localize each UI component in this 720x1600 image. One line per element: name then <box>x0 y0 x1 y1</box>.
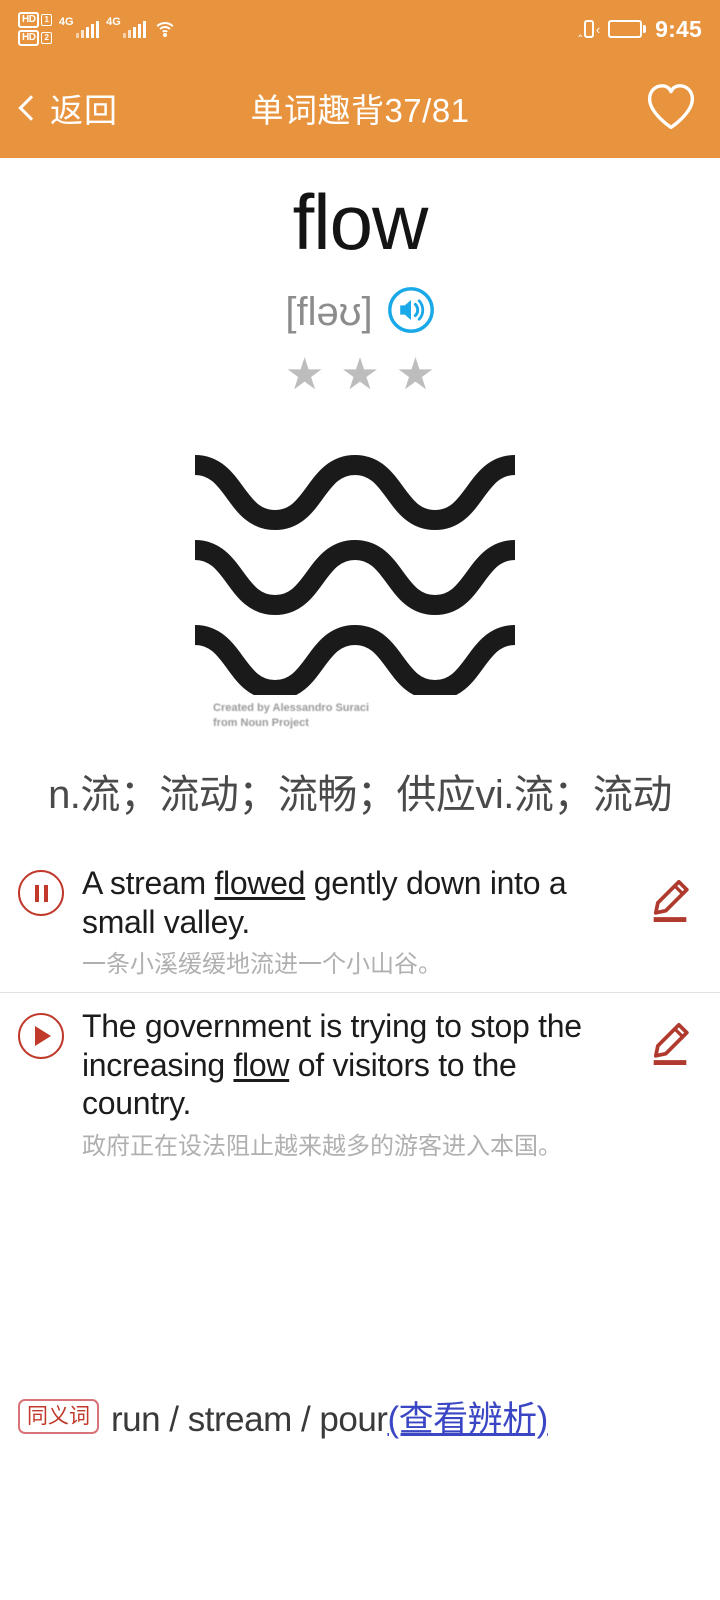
phonetic-text: [fləʊ] <box>285 289 373 334</box>
sim1-hd-indicator: HD 1 <box>18 12 52 28</box>
word-headword: flow <box>292 178 429 266</box>
favorite-button[interactable] <box>644 81 698 136</box>
heart-outline-icon <box>647 83 695 129</box>
star-icon[interactable]: ★ <box>396 352 435 397</box>
synonyms-list: run / stream / pour <box>111 1400 388 1439</box>
difficulty-rating[interactable]: ★ ★ ★ <box>0 352 720 397</box>
back-button[interactable]: 返回 <box>18 84 118 132</box>
chevron-left-icon <box>18 95 44 121</box>
sim2-hd-indicator: HD 2 <box>18 30 52 46</box>
pencil-edit-icon <box>653 880 689 923</box>
pause-icon <box>34 884 48 902</box>
signal-bars-icon <box>75 20 100 38</box>
sentence-audio-button[interactable] <box>18 1013 64 1060</box>
attribution-line-2: from Noun Project <box>213 716 309 729</box>
example-sentence-item: The government is trying to stop the inc… <box>0 992 720 1173</box>
sentence-text-block: The government is trying to stop the inc… <box>64 1007 642 1161</box>
battery-icon <box>608 20 647 38</box>
signal-indicator-sim1: 4G <box>59 16 100 38</box>
hd-label: HD <box>18 12 40 28</box>
synonyms-badge: 同义词 <box>18 1398 99 1435</box>
signal-indicator-sim2: 4G <box>106 16 147 38</box>
sentence-text-block: A stream flowed gently down into a small… <box>64 864 642 980</box>
sentence-edit-button[interactable] <box>642 1015 702 1076</box>
sentence-english: A stream flowed gently down into a small… <box>82 864 632 941</box>
back-button-label: 返回 <box>50 92 118 129</box>
speaker-button[interactable] <box>387 286 435 339</box>
word-illustration: Created by Alessandro Suraci from Noun P… <box>0 445 720 731</box>
sentence-edit-button[interactable] <box>642 872 702 933</box>
star-icon[interactable]: ★ <box>285 352 324 397</box>
status-bar: HD 1 HD 2 4G 4G ‸ ‹ 9:45 <box>0 0 720 58</box>
signal-bars-icon <box>122 20 147 38</box>
status-bar-right: ‸ ‹ 9:45 <box>578 15 702 43</box>
app-bar: 返回 单词趣背37/81 <box>0 58 720 158</box>
star-icon[interactable]: ★ <box>340 352 379 397</box>
sentence-chinese: 一条小溪缓缓地流进一个小山谷。 <box>82 951 442 979</box>
speaker-icon <box>387 286 434 333</box>
sentence-chinese: 政府正在设法阻止越来越多的游客进入本国。 <box>82 1132 562 1160</box>
three-wavy-lines-icon <box>193 454 517 695</box>
dual-sim-hd-indicators: HD 1 HD 2 <box>18 12 52 46</box>
sentence-english: The government is trying to stop the inc… <box>82 1007 632 1122</box>
word-card: flow [fləʊ] ★ ★ ★ Created by Alessandro … <box>0 158 720 1174</box>
hd-label: HD <box>18 30 40 46</box>
sim-number: 1 <box>41 14 52 26</box>
synonyms-row: 同义词 run / stream / pour(查看辨析) <box>0 1391 720 1442</box>
illustration-attribution: Created by Alessandro Suraci from Noun P… <box>195 701 525 731</box>
sentence-en-highlight: flowed <box>214 865 306 902</box>
attribution-line-1: Created by Alessandro Suraci <box>213 701 370 714</box>
vibrate-icon: ‸ ‹ <box>578 20 601 38</box>
network-type-label: 4G <box>58 15 74 28</box>
pencil-edit-icon <box>653 1023 689 1066</box>
synonyms-text: run / stream / pour(查看辨析) <box>111 1391 548 1442</box>
word-definition: n.流；流动；流畅；供应vi.流；流动 <box>48 773 672 818</box>
play-icon <box>35 1026 51 1047</box>
sentence-audio-button[interactable] <box>18 870 64 917</box>
sentence-en-before: A stream <box>82 865 215 902</box>
status-bar-left: HD 1 HD 2 4G 4G <box>18 12 178 46</box>
example-sentences-list: A stream flowed gently down into a small… <box>0 850 720 1173</box>
example-sentence-item: A stream flowed gently down into a small… <box>0 850 720 992</box>
network-type-label: 4G <box>106 15 121 28</box>
wifi-icon <box>153 20 178 38</box>
app-screen: HD 1 HD 2 4G 4G ‸ ‹ 9:45 返回 单词趣背37/81 fl… <box>0 0 720 1600</box>
pronunciation-row: [fləʊ] <box>0 286 720 339</box>
view-analysis-link[interactable]: (查看辨析) <box>387 1400 548 1439</box>
sim-number: 2 <box>41 32 52 44</box>
status-bar-clock: 9:45 <box>655 15 702 42</box>
sentence-en-highlight: flow <box>233 1046 290 1083</box>
